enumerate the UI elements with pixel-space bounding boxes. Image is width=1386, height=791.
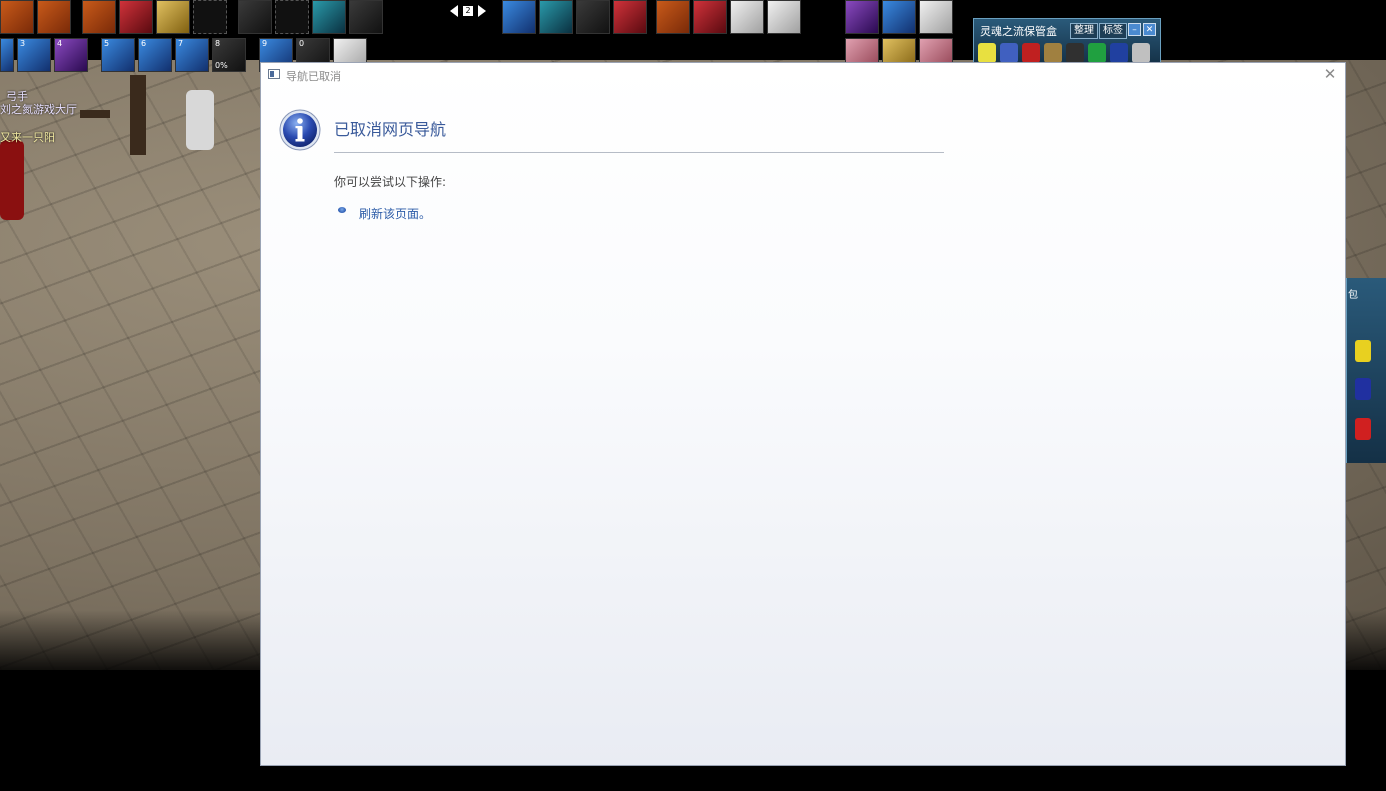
inventory-item[interactable] [1355,418,1371,440]
info-icon [279,109,321,151]
player-label: 刘之氮游戏大厅 [0,103,77,116]
close-icon[interactable]: ✕ [1323,67,1337,82]
skill-slot[interactable]: 6 [138,38,172,72]
skill-slot[interactable] [37,0,71,34]
skill-slot[interactable]: 4 [54,38,88,72]
soul-items [978,43,1150,63]
soul-item[interactable] [1066,43,1084,63]
skill-slot[interactable] [656,0,690,34]
skill-slot[interactable] [119,0,153,34]
suggestion-text: 你可以尝试以下操作: [334,175,447,189]
player-figure[interactable] [0,140,24,220]
heading-divider [334,152,944,153]
skill-bar-top-right [845,0,953,34]
minimize-icon[interactable]: – [1128,23,1141,36]
window-title: 导航已取消 [286,70,341,83]
skill-slot[interactable] [82,0,116,34]
skill-slot[interactable] [919,0,953,34]
inventory-item[interactable] [1355,340,1371,362]
soul-item[interactable] [1132,43,1150,63]
skill-slot[interactable] [156,0,190,34]
skill-slot[interactable] [0,38,14,72]
skill-slot-number: 3 [20,39,26,48]
skill-cooldown-percent: 0% [215,61,228,70]
skill-slot-number: 4 [57,39,63,48]
skill-slot[interactable] [576,0,610,34]
titlebar: 导航已取消 ✕ [261,63,1345,87]
wooden-fence [80,110,110,118]
skill-slot-number: 7 [178,39,184,48]
refresh-page-link[interactable]: 刷新该页面。 [359,205,431,222]
skill-slot-empty[interactable] [193,0,227,34]
player-label: 又来一只阳 [0,131,55,144]
soul-storage-panel: 灵魂之流保管盒 整理 标签 – ✕ [973,18,1161,66]
skill-bar-top-middle [502,0,801,34]
soul-item[interactable] [1044,43,1062,63]
close-icon[interactable]: ✕ [1143,23,1156,36]
skill-slot-number: 0 [299,39,305,48]
skill-slot[interactable] [693,0,727,34]
page-icon [268,69,280,79]
skill-slot-number: 8 [215,39,221,48]
navigation-canceled-window: 导航已取消 ✕ 已取消网页导航 你可以尝试以下操作: 刷新该页面。 [260,62,1346,766]
skill-slot[interactable] [349,0,383,34]
skill-slot[interactable]: 5 [101,38,135,72]
soul-item[interactable] [978,43,996,63]
skill-slot[interactable]: 3 [17,38,51,72]
soul-panel-title: 灵魂之流保管盒 [980,25,1057,38]
soul-item[interactable] [1022,43,1040,63]
skill-slot[interactable] [845,0,879,34]
page-heading: 已取消网页导航 [334,120,447,139]
skill-slot[interactable]: 8 0% [212,38,246,72]
skill-page-number: 2 [463,6,473,16]
skill-slot[interactable] [0,0,34,34]
inventory-label: 包 [1348,290,1358,301]
tag-button[interactable]: 标签 [1099,23,1127,39]
skill-slot[interactable] [502,0,536,34]
soul-item[interactable] [1088,43,1106,63]
skill-slot[interactable]: 7 [175,38,209,72]
skill-slot[interactable] [730,0,764,34]
sort-button[interactable]: 整理 [1070,23,1098,39]
wooden-post [130,75,146,155]
skill-slot[interactable] [312,0,346,34]
skill-slot[interactable] [882,0,916,34]
skill-slot[interactable] [613,0,647,34]
skill-slot[interactable] [767,0,801,34]
next-page-icon[interactable] [478,5,486,17]
skill-slot-number: 6 [141,39,147,48]
skill-slot-number: 5 [104,39,110,48]
inventory-panel: 包 [1346,278,1386,463]
skill-bar-top-left [0,0,383,34]
inventory-item[interactable] [1355,378,1371,400]
skill-slot[interactable] [539,0,573,34]
skill-page-switcher[interactable]: 2 [450,3,486,19]
bullet-icon [338,207,346,213]
npc-figure[interactable] [186,90,214,150]
soul-item[interactable] [1110,43,1128,63]
soul-item[interactable] [1000,43,1018,63]
skill-slot[interactable] [238,0,272,34]
prev-page-icon[interactable] [450,5,458,17]
skill-slot-empty[interactable] [275,0,309,34]
skill-slot-number: 9 [262,39,268,48]
